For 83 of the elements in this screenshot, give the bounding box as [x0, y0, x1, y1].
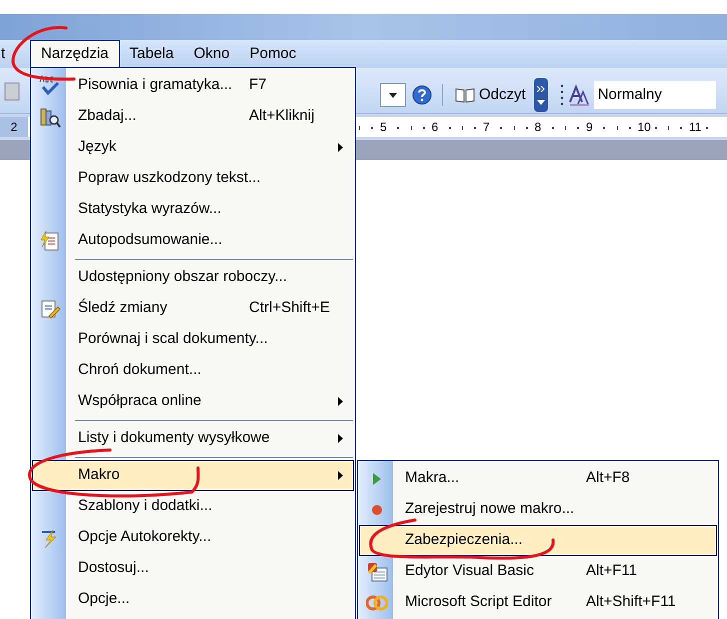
- menu-item[interactable]: Listy i dokumenty wysyłkowe: [32, 423, 354, 454]
- menu-item-label: Opcje Autokorekty...: [78, 527, 212, 548]
- menu-item-label: Pisownia i gramatyka...: [78, 75, 232, 96]
- document-pencil-icon: [39, 298, 61, 320]
- help-icon: [412, 85, 432, 105]
- menu-bar-item[interactable]: Okno: [184, 40, 240, 68]
- menu-item[interactable]: Współpraca online: [32, 386, 354, 417]
- menu-item-label: Szablony i dodatki...: [78, 496, 212, 516]
- menu-item[interactable]: Makra... Alt+F8: [359, 463, 717, 494]
- grip-icon: [560, 83, 564, 107]
- menu-item[interactable]: Opcje Autokorekty...: [32, 522, 354, 553]
- document-lightning-icon: [39, 230, 61, 252]
- menu-item[interactable]: Zarejestruj nowe makro...: [359, 494, 717, 525]
- menu-item-label: Zbadaj...: [78, 106, 136, 126]
- menu-item[interactable]: Makro: [32, 460, 354, 491]
- menu-item-label: Listy i dokumenty wysyłkowe: [78, 428, 270, 448]
- help-button[interactable]: [410, 83, 434, 107]
- shortcut-label: Alt+F11: [586, 561, 637, 582]
- menu-item[interactable]: Popraw uszkodzony tekst...: [32, 163, 354, 194]
- shortcut-label: Alt+Shift+F11: [586, 592, 676, 612]
- menu-item-label: Porównaj i scal dokumenty...: [78, 329, 268, 350]
- menu-item[interactable]: Edytor Visual Basic Alt+F11: [359, 556, 717, 587]
- menu-item-label: Makro: [78, 465, 120, 486]
- menu-bar-item[interactable]: t: [0, 40, 30, 68]
- reading-view-button[interactable]: Odczyt: [451, 82, 530, 108]
- menu-item-label: Makra...: [405, 468, 460, 488]
- menu-item[interactable]: Microsoft Script Editor Alt+Shift+F11: [359, 587, 717, 618]
- menu-item[interactable]: Zbadaj... Alt+Kliknij: [32, 101, 354, 132]
- menu-item-label: Autopodsumowanie...: [78, 230, 222, 250]
- toolbar-options-button[interactable]: [534, 78, 548, 112]
- ruler-number: 6: [432, 119, 438, 135]
- shortcut-label: Ctrl+Shift+E: [249, 298, 330, 318]
- open-book-icon: [455, 87, 475, 103]
- ruler-number: 8: [534, 119, 542, 135]
- menu-item[interactable]: Chroń dokument...: [32, 355, 354, 386]
- menu-item-label: Opcje...: [78, 589, 130, 610]
- menu-item-label: Język: [78, 137, 116, 158]
- caret-icon: [536, 100, 545, 104]
- style-field[interactable]: Normalny: [594, 81, 716, 109]
- zoom-dropdown-button[interactable]: [380, 83, 406, 107]
- script-editor-icon: [366, 594, 388, 610]
- ruler-number: 2: [0, 117, 28, 137]
- record-icon: [371, 504, 383, 516]
- menu-item[interactable]: Porównaj i scal dokumenty...: [32, 324, 354, 355]
- editor-window-icon: [366, 560, 388, 582]
- shortcut-label: Alt+F8: [586, 468, 630, 488]
- ruler-number: 9: [586, 119, 593, 135]
- ruler-number: 11: [689, 119, 702, 135]
- menu-item[interactable]: Statystyka wyrazów...: [32, 194, 354, 225]
- menu-item-label: Udostępniony obszar roboczy...: [78, 267, 287, 288]
- spelling-check-icon: [39, 74, 61, 96]
- menu-bar-item[interactable]: Narzędzia: [30, 40, 120, 68]
- menu-item-label: Dostosuj...: [78, 558, 149, 578]
- menu-item-label: Chroń dokument...: [78, 360, 202, 380]
- menu-item[interactable]: Dostosuj...: [32, 553, 354, 584]
- shortcut-label: Alt+Kliknij: [249, 106, 314, 126]
- menu-item-label: Zarejestruj nowe makro...: [405, 499, 574, 520]
- menu-item-label: Statystyka wyrazów...: [78, 199, 222, 220]
- books-magnifier-icon: [39, 106, 61, 128]
- menu-item[interactable]: Szablony i dodatki...: [32, 491, 354, 522]
- play-icon: [372, 472, 382, 486]
- menu-item[interactable]: Zabezpieczenia...: [359, 525, 717, 556]
- ruler-number: 5: [380, 119, 387, 135]
- shortcut-label: F7: [249, 75, 267, 96]
- menu-item[interactable]: Język: [32, 132, 354, 163]
- caret-icon: [389, 92, 397, 98]
- menu-bar-item[interactable]: Tabela: [120, 40, 184, 68]
- menu-item-label: Popraw uszkodzony tekst...: [78, 168, 261, 188]
- menu-item[interactable]: Autopodsumowanie...: [32, 225, 354, 256]
- menu-item[interactable]: Śledź zmiany Ctrl+Shift+E: [32, 293, 354, 324]
- menu-item-label: Zabezpieczenia...: [405, 530, 523, 550]
- styles-icon[interactable]: [568, 84, 590, 106]
- menu-item-label: Microsoft Script Editor: [405, 592, 552, 612]
- menu-item[interactable]: Pisownia i gramatyka... F7: [32, 70, 354, 101]
- menu-item-label: Śledź zmiany: [78, 298, 168, 318]
- menu-item-label: Edytor Visual Basic: [405, 561, 534, 582]
- menu-bar-item[interactable]: Pomoc: [240, 40, 306, 68]
- ruler-number: 7: [483, 119, 490, 135]
- ruler-number: 10: [638, 119, 651, 135]
- chevron-icon: [536, 86, 545, 92]
- menu-item[interactable]: Opcje...: [32, 584, 354, 615]
- menu-item-label: Współpraca online: [78, 391, 202, 412]
- menu-item[interactable]: Udostępniony obszar roboczy...: [32, 262, 354, 293]
